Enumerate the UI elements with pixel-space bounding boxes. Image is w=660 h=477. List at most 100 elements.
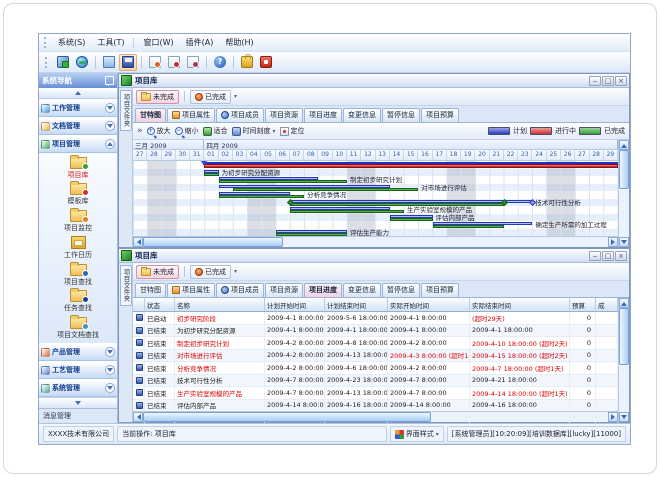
tab-项目属性[interactable]: 项目属性 — [167, 283, 215, 297]
column-header[interactable]: 实际开始时间 — [388, 298, 470, 311]
menu-item-2[interactable]: 窗口(W) — [137, 35, 179, 50]
gantt-timescale-button[interactable]: 时间刻度▾ — [232, 126, 276, 136]
column-header[interactable]: 状态 — [145, 298, 175, 311]
menu-item-0[interactable]: 系统(S) — [52, 35, 91, 50]
column-header[interactable]: 名称 — [175, 298, 265, 311]
tab-暂停信息[interactable]: 暂停信息 — [382, 108, 420, 122]
scrollbar-thumb[interactable] — [619, 308, 629, 365]
sidebar-item-项目文档查找[interactable]: 项目文档查找 — [57, 317, 99, 340]
column-header[interactable]: 预算 — [570, 298, 596, 311]
sidebar-item-工作日历[interactable]: 工作日历 — [64, 236, 92, 260]
gantt-task-row[interactable]: 为初步研究分配资源 — [133, 169, 618, 177]
tab-甘特图[interactable]: 甘特图 — [135, 108, 166, 122]
table-row[interactable]: 已结束制定初步研究计划2009-4-2 8:00:002009-4-8 18:0… — [133, 337, 618, 350]
menu-item-4[interactable]: 帮助(H) — [219, 35, 259, 50]
gantt-task-row[interactable]: 确定生产所需的加工过程 — [133, 221, 618, 229]
gantt-zoom-in-button[interactable]: +放大 — [147, 126, 171, 136]
lock-button[interactable] — [238, 54, 256, 71]
ui-style-selector[interactable]: 界面样式 ▾ — [390, 426, 444, 442]
sidebar-section-2[interactable]: 项目管理 — [39, 135, 117, 153]
gantt-task-row[interactable]: 分析竞争情况 — [133, 191, 618, 199]
table-horizontal-scrollbar[interactable] — [133, 411, 618, 422]
tab-项目预算[interactable]: 项目预算 — [421, 283, 459, 297]
column-header[interactable]: 计划开始时间 — [265, 298, 325, 311]
tab-暂停信息[interactable]: 暂停信息 — [382, 283, 420, 297]
section-toggle-button[interactable] — [105, 347, 115, 357]
scroll-up-button[interactable] — [619, 140, 629, 150]
gantt-task-row[interactable]: 评估生产能力 — [133, 229, 618, 237]
report-1-button[interactable] — [146, 54, 164, 71]
column-header[interactable]: 成 — [596, 298, 618, 311]
maximize-button[interactable]: □ — [602, 251, 614, 261]
report-3-button[interactable] — [184, 54, 202, 71]
section-toggle-button[interactable] — [105, 139, 115, 149]
help-button[interactable] — [211, 54, 229, 71]
gantt-window-titlebar[interactable]: 项目库 ‒ □ × — [119, 74, 629, 88]
menu-item-1[interactable]: 工具(T) — [91, 35, 130, 50]
gantt-vertical-scrollbar[interactable] — [618, 140, 629, 247]
sidebar-collapse-button[interactable] — [39, 88, 117, 99]
message-management-tab[interactable]: 消息管理 — [39, 408, 117, 423]
scroll-up-button[interactable] — [619, 298, 629, 308]
tab-变更信息[interactable]: 变更信息 — [343, 283, 381, 297]
sidebar-section-1[interactable]: 文档管理 — [39, 117, 117, 135]
tab-甘特图[interactable]: 甘特图 — [135, 283, 166, 297]
tab-项目资源[interactable]: 项目资源 — [265, 108, 303, 122]
section-toggle-button[interactable] — [105, 103, 115, 113]
close-button[interactable]: × — [615, 76, 627, 86]
gantt-locate-button[interactable]: 定位 — [280, 126, 305, 136]
gantt-task-row[interactable]: 生产实验室规模的产品 — [133, 206, 618, 214]
sidebar-item-项目查找[interactable]: 项目查找 — [64, 264, 92, 287]
tab-项目成员[interactable]: 项目成员 — [216, 108, 264, 122]
gantt-task-row[interactable]: 制定初步研究计划 — [133, 176, 618, 184]
scroll-right-button[interactable] — [608, 412, 618, 422]
maximize-button[interactable]: □ — [602, 76, 614, 86]
section-toggle-button[interactable] — [105, 383, 115, 393]
report-2-button[interactable] — [165, 54, 183, 71]
gantt-zoom-out-button[interactable]: −缩小 — [175, 126, 199, 136]
tab-项目成员[interactable]: 项目成员 — [216, 283, 264, 297]
tab-项目属性[interactable]: 项目属性 — [167, 108, 215, 122]
gantt-task-row[interactable]: 评估内部产品 — [133, 214, 618, 222]
project-folder-tab[interactable]: 项目文件夹 — [120, 265, 132, 306]
gantt-fit-button[interactable]: 适合 — [203, 126, 228, 136]
sidebar-section-3[interactable]: 产品管理 — [39, 343, 117, 361]
close-button[interactable]: × — [615, 251, 627, 261]
tab-项目进度[interactable]: 项目进度 — [304, 108, 342, 122]
column-header[interactable]: 计划结束时间 — [325, 298, 388, 311]
table-row[interactable]: 已结束生产实验室规模的产品2009-4-7 8:00:002009-4-13 1… — [133, 387, 618, 400]
scroll-left-button[interactable] — [133, 237, 143, 247]
toolbar-grip[interactable] — [44, 37, 49, 48]
scroll-right-button[interactable] — [608, 237, 618, 247]
sidebar-section-0[interactable]: 工作管理 — [39, 99, 117, 117]
scrollbar-thumb[interactable] — [619, 150, 629, 189]
table-row[interactable]: 已结束为初步研究分配资源2009-4-1 8:00:002009-4-1 18:… — [133, 325, 618, 338]
project-folder-tab[interactable]: 项目文件夹 — [120, 90, 132, 131]
scrollbar-thumb[interactable] — [143, 237, 283, 247]
sidebar-item-任务查找[interactable]: 任务查找 — [64, 290, 92, 313]
section-toggle-button[interactable] — [105, 121, 115, 131]
toolbar-grip[interactable] — [45, 57, 50, 68]
sidebar-section-4[interactable]: 工艺管理 — [39, 361, 117, 379]
sidebar-overflow-button[interactable] — [39, 397, 117, 408]
gantt-task-row[interactable]: 对市场进行评估 — [133, 184, 618, 192]
gantt-task-row[interactable] — [133, 161, 618, 169]
gantt-task-row[interactable]: 技术可行性分析 — [133, 199, 618, 207]
table-row[interactable]: 已结束对市场进行评估2009-4-2 8:00:002009-4-13 18:0… — [133, 350, 618, 363]
section-toggle-button[interactable] — [105, 365, 115, 375]
globe-button[interactable] — [73, 54, 91, 71]
exit-button[interactable] — [257, 54, 275, 71]
filter-已完成-button[interactable]: 已完成 — [190, 265, 231, 279]
scrollbar-thumb[interactable] — [143, 412, 431, 422]
sidebar-section-5[interactable]: 系统管理 — [39, 379, 117, 397]
sidebar-item-模板库[interactable]: 模板库 — [68, 183, 89, 206]
filter-未完成-button[interactable]: 未完成 — [136, 265, 179, 279]
open-folder-button[interactable] — [100, 54, 118, 71]
sidebar-item-项目监控[interactable]: 项目监控 — [64, 210, 92, 233]
gantt-horizontal-scrollbar[interactable] — [133, 236, 618, 247]
tab-项目资源[interactable]: 项目资源 — [265, 283, 303, 297]
table-row[interactable]: 已结束分析竞争情况2009-4-2 8:00:002009-4-6 18:00:… — [133, 362, 618, 375]
gantt-canvas[interactable]: 为初步研究分配资源制定初步研究计划对市场进行评估分析竞争情况技术可行性分析生产实… — [133, 161, 618, 236]
scroll-down-button[interactable] — [619, 412, 629, 422]
save-button[interactable] — [119, 54, 137, 71]
